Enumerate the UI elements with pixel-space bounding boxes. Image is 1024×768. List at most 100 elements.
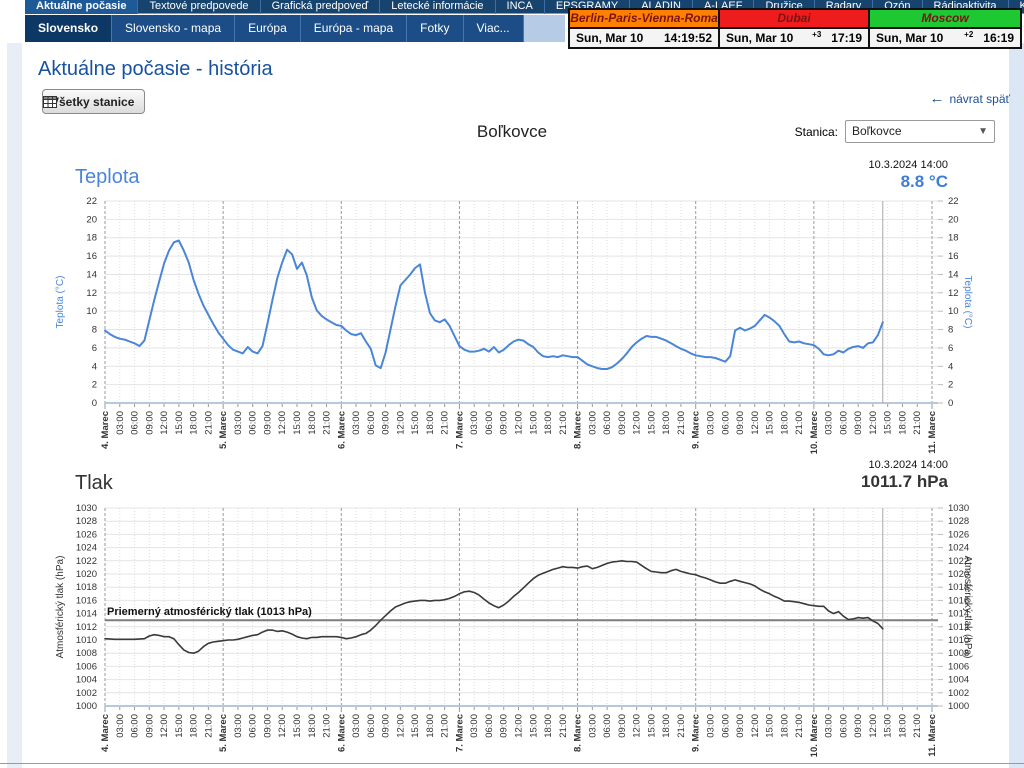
pressure-xlabel: 09:00 bbox=[853, 714, 864, 738]
chevron-down-icon: ▼ bbox=[978, 121, 988, 142]
pressure-ylabel-right: 1030 bbox=[948, 503, 969, 514]
temperature-ylabel-right: 20 bbox=[948, 214, 959, 225]
primary-tab[interactable]: Textové predpovede bbox=[138, 0, 260, 14]
temperature-xlabel: 09:00 bbox=[499, 411, 510, 435]
temperature-xlabel: 15:00 bbox=[765, 411, 776, 435]
pressure-xlabel: 03:00 bbox=[587, 714, 598, 738]
pressure-xlabel: 06:00 bbox=[366, 714, 377, 738]
secondary-tab[interactable]: Európa - mapa bbox=[301, 15, 407, 42]
temperature-xlabel: 18:00 bbox=[189, 411, 200, 435]
pressure-xlabel: 18:00 bbox=[189, 714, 200, 738]
pressure-ylabel-left: 1000 bbox=[76, 701, 97, 712]
temperature-xlabel: 09:00 bbox=[617, 411, 628, 435]
secondary-tab[interactable]: Fotky bbox=[407, 15, 463, 42]
pressure-ylabel-left: 1006 bbox=[76, 661, 97, 672]
temperature-ylabel-left: 22 bbox=[86, 196, 97, 207]
temperature-ylabel-left: 20 bbox=[86, 214, 97, 225]
pressure-xlabel: 03:00 bbox=[233, 714, 244, 738]
temperature-axis-title-right: Teplota (°C) bbox=[962, 276, 973, 329]
pressure-xlabel: 8. Marec bbox=[573, 714, 584, 752]
pressure-xlabel: 06:00 bbox=[248, 714, 259, 738]
temperature-ylabel-right: 4 bbox=[948, 361, 953, 372]
temperature-xlabel: 21:00 bbox=[203, 411, 214, 435]
pressure-xlabel: 18:00 bbox=[779, 714, 790, 738]
temperature-ylabel-left: 2 bbox=[92, 380, 97, 391]
pressure-xlabel: 09:00 bbox=[617, 714, 628, 738]
all-stations-button[interactable]: Všetky stanice bbox=[42, 89, 145, 114]
pressure-xlabel: 21:00 bbox=[440, 714, 451, 738]
temperature-xlabel: 4. Marec bbox=[100, 411, 111, 449]
pressure-xlabel: 03:00 bbox=[115, 714, 126, 738]
pressure-xlabel: 09:00 bbox=[262, 714, 273, 738]
temperature-series-line bbox=[105, 241, 883, 370]
temperature-xlabel: 8. Marec bbox=[573, 411, 584, 449]
temperature-xlabel: 21:00 bbox=[558, 411, 569, 435]
pressure-xlabel: 5. Marec bbox=[218, 714, 229, 752]
temperature-xlabel: 09:00 bbox=[262, 411, 273, 435]
pressure-ylabel-left: 1010 bbox=[76, 635, 97, 646]
temperature-xlabel: 09:00 bbox=[735, 411, 746, 435]
primary-tab[interactable]: Letecké informácie bbox=[380, 0, 495, 14]
all-stations-label: Všetky stanice bbox=[51, 95, 134, 109]
clock-city-label: Dubai bbox=[720, 10, 868, 27]
temperature-ylabel-right: 2 bbox=[948, 380, 953, 391]
pressure-xlabel: 12:00 bbox=[395, 714, 406, 738]
temperature-ylabel-left: 12 bbox=[86, 288, 97, 299]
pressure-xlabel: 09:00 bbox=[735, 714, 746, 738]
temperature-xlabel: 12:00 bbox=[277, 411, 288, 435]
pressure-value: 1011.7 hPa bbox=[861, 472, 948, 492]
pressure-xlabel: 9. Marec bbox=[691, 714, 702, 752]
pressure-ylabel-left: 1014 bbox=[76, 609, 97, 620]
pressure-xlabel: 15:00 bbox=[292, 714, 303, 738]
temperature-xlabel: 15:00 bbox=[174, 411, 185, 435]
temperature-ylabel-left: 6 bbox=[92, 343, 97, 354]
temperature-ylabel-left: 10 bbox=[86, 306, 97, 317]
secondary-tab[interactable]: Viac... bbox=[464, 15, 524, 42]
pressure-ylabel-left: 1020 bbox=[76, 569, 97, 580]
temperature-xlabel: 03:00 bbox=[824, 411, 835, 435]
temperature-xlabel: 06:00 bbox=[366, 411, 377, 435]
temperature-xlabel: 06:00 bbox=[484, 411, 495, 435]
pressure-xlabel: 15:00 bbox=[765, 714, 776, 738]
secondary-tab[interactable]: Európa bbox=[235, 15, 301, 42]
pressure-ylabel-right: 1028 bbox=[948, 516, 969, 527]
clock-city-label: Berlin-Paris-Vienna-Roma bbox=[570, 10, 718, 27]
temperature-ylabel-right: 10 bbox=[948, 306, 959, 317]
pressure-xlabel: 21:00 bbox=[322, 714, 333, 738]
temperature-ylabel-left: 4 bbox=[92, 361, 97, 372]
table-grid-icon bbox=[43, 96, 57, 108]
pressure-ylabel-right: 1000 bbox=[948, 701, 969, 712]
primary-tab[interactable]: Grafická predpoveď bbox=[261, 0, 381, 14]
back-link[interactable]: ← návrat späť bbox=[929, 92, 1010, 106]
temperature-ylabel-left: 14 bbox=[86, 269, 97, 280]
pressure-xlabel: 21:00 bbox=[203, 714, 214, 738]
primary-tab[interactable]: INCA bbox=[496, 0, 545, 14]
temperature-chart-title: Teplota bbox=[75, 166, 140, 189]
pressure-ylabel-left: 1012 bbox=[76, 622, 97, 633]
temperature-ylabel-right: 0 bbox=[948, 398, 953, 409]
pressure-xlabel: 09:00 bbox=[499, 714, 510, 738]
pressure-xlabel: 4. Marec bbox=[100, 714, 111, 752]
temperature-ylabel-right: 22 bbox=[948, 196, 959, 207]
secondary-nav: SlovenskoSlovensko - mapaEurópaEurópa - … bbox=[25, 15, 565, 42]
pressure-xlabel: 12:00 bbox=[277, 714, 288, 738]
pressure-ylabel-right: 1002 bbox=[948, 688, 969, 699]
pressure-ylabel-left: 1028 bbox=[76, 516, 97, 527]
pressure-xlabel: 18:00 bbox=[425, 714, 436, 738]
world-clock: DubaiSun, Mar 10+317:19 bbox=[720, 10, 870, 47]
secondary-tab[interactable]: Slovensko bbox=[25, 15, 112, 42]
temperature-xlabel: 15:00 bbox=[528, 411, 539, 435]
pressure-xlabel: 18:00 bbox=[897, 714, 908, 738]
primary-tab[interactable]: Aktuálne počasie bbox=[25, 0, 138, 14]
temperature-xlabel: 06:00 bbox=[720, 411, 731, 435]
temperature-xlabel: 12:00 bbox=[395, 411, 406, 435]
temperature-timestamp: 10.3.2024 14:00 bbox=[868, 159, 948, 171]
temperature-xlabel: 06:00 bbox=[602, 411, 613, 435]
station-select[interactable]: Boľkovce ▼ bbox=[845, 120, 995, 143]
pressure-xlabel: 09:00 bbox=[144, 714, 155, 738]
secondary-tab[interactable]: Slovensko - mapa bbox=[112, 15, 235, 42]
station-select-label: Stanica: bbox=[795, 125, 838, 139]
window-bottom-edge bbox=[0, 763, 1024, 764]
temperature-xlabel: 09:00 bbox=[144, 411, 155, 435]
pressure-timestamp: 10.3.2024 14:00 bbox=[861, 459, 948, 471]
